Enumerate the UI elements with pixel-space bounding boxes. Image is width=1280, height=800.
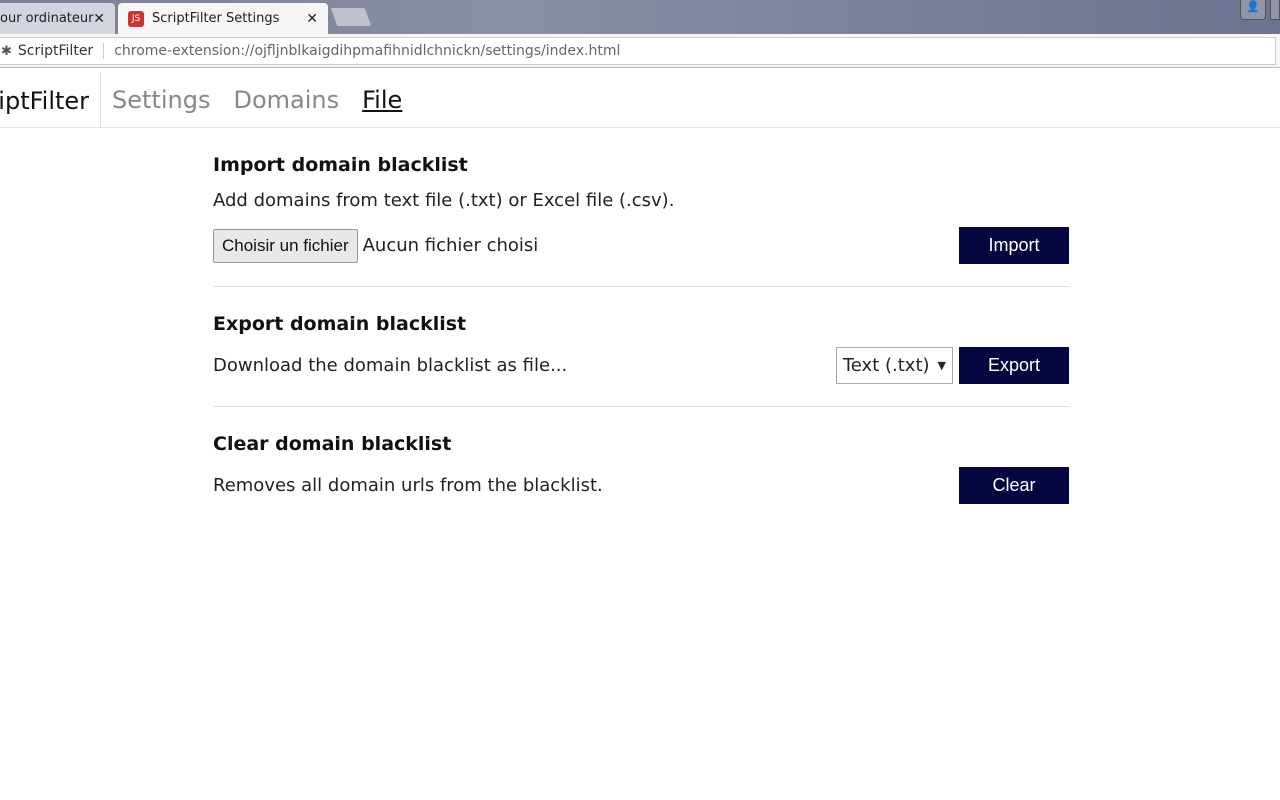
scriptfilter-favicon-icon: JS xyxy=(128,10,144,27)
tab-inactive[interactable]: our ordinateur ✕ xyxy=(0,3,115,34)
nav-file[interactable]: File xyxy=(362,86,402,114)
import-section: Import domain blacklist Add domains from… xyxy=(213,154,1069,287)
export-description: Download the domain blacklist as file... xyxy=(213,355,568,376)
user-profile-icon[interactable]: 👤 xyxy=(1240,0,1266,20)
tab-active[interactable]: JS ScriptFilter Settings ✕ xyxy=(118,3,328,34)
extension-name: ScriptFilter xyxy=(17,43,94,59)
divider xyxy=(103,43,105,59)
address-bar-container: ✱ ScriptFilter chrome-extension://ojfljn… xyxy=(0,34,1280,68)
window-control-button[interactable] xyxy=(1270,0,1280,20)
brand-logo[interactable]: ScriptFilter xyxy=(0,71,102,128)
main-content: Import domain blacklist Add domains from… xyxy=(213,128,1069,504)
nav-settings[interactable]: Settings xyxy=(112,86,210,114)
file-status: Aucun fichier choisi xyxy=(362,235,539,256)
import-title: Import domain blacklist xyxy=(213,154,468,176)
import-description: Add domains from text file (.txt) or Exc… xyxy=(213,190,675,211)
clear-section: Clear domain blacklist Removes all domai… xyxy=(213,433,1069,504)
clear-description: Removes all domain urls from the blackli… xyxy=(213,475,603,496)
import-button[interactable]: Import xyxy=(959,227,1069,264)
tab-label: ScriptFilter Settings xyxy=(152,11,280,26)
export-button[interactable]: Export xyxy=(959,347,1069,384)
selected-format: Text (.txt) xyxy=(842,355,930,376)
url-text[interactable]: chrome-extension://ojfljnblkaigdihpmafih… xyxy=(114,43,620,59)
export-title: Export domain blacklist xyxy=(213,313,467,335)
choose-file-button[interactable]: Choisir un fichier xyxy=(213,228,358,263)
tab-label: our ordinateur xyxy=(0,11,94,26)
export-format-select[interactable]: Text (.txt) ▼ xyxy=(835,347,953,384)
address-bar[interactable]: ✱ ScriptFilter chrome-extension://ojfljn… xyxy=(0,37,1276,65)
clear-button[interactable]: Clear xyxy=(959,467,1069,504)
clear-title: Clear domain blacklist xyxy=(213,433,452,455)
browser-titlebar: our ordinateur ✕ JS ScriptFilter Setting… xyxy=(0,0,1280,34)
puzzle-extension-icon: ✱ xyxy=(1,43,12,59)
navbar: ScriptFilter Settings Domains File xyxy=(0,71,1280,128)
new-tab-button[interactable] xyxy=(330,8,372,26)
dropdown-arrow-icon: ▼ xyxy=(937,359,946,372)
tab-close-icon[interactable]: ✕ xyxy=(93,11,105,27)
nav-domains[interactable]: Domains xyxy=(233,86,339,114)
tab-close-icon[interactable]: ✕ xyxy=(306,11,318,27)
export-section: Export domain blacklist Download the dom… xyxy=(213,313,1069,407)
